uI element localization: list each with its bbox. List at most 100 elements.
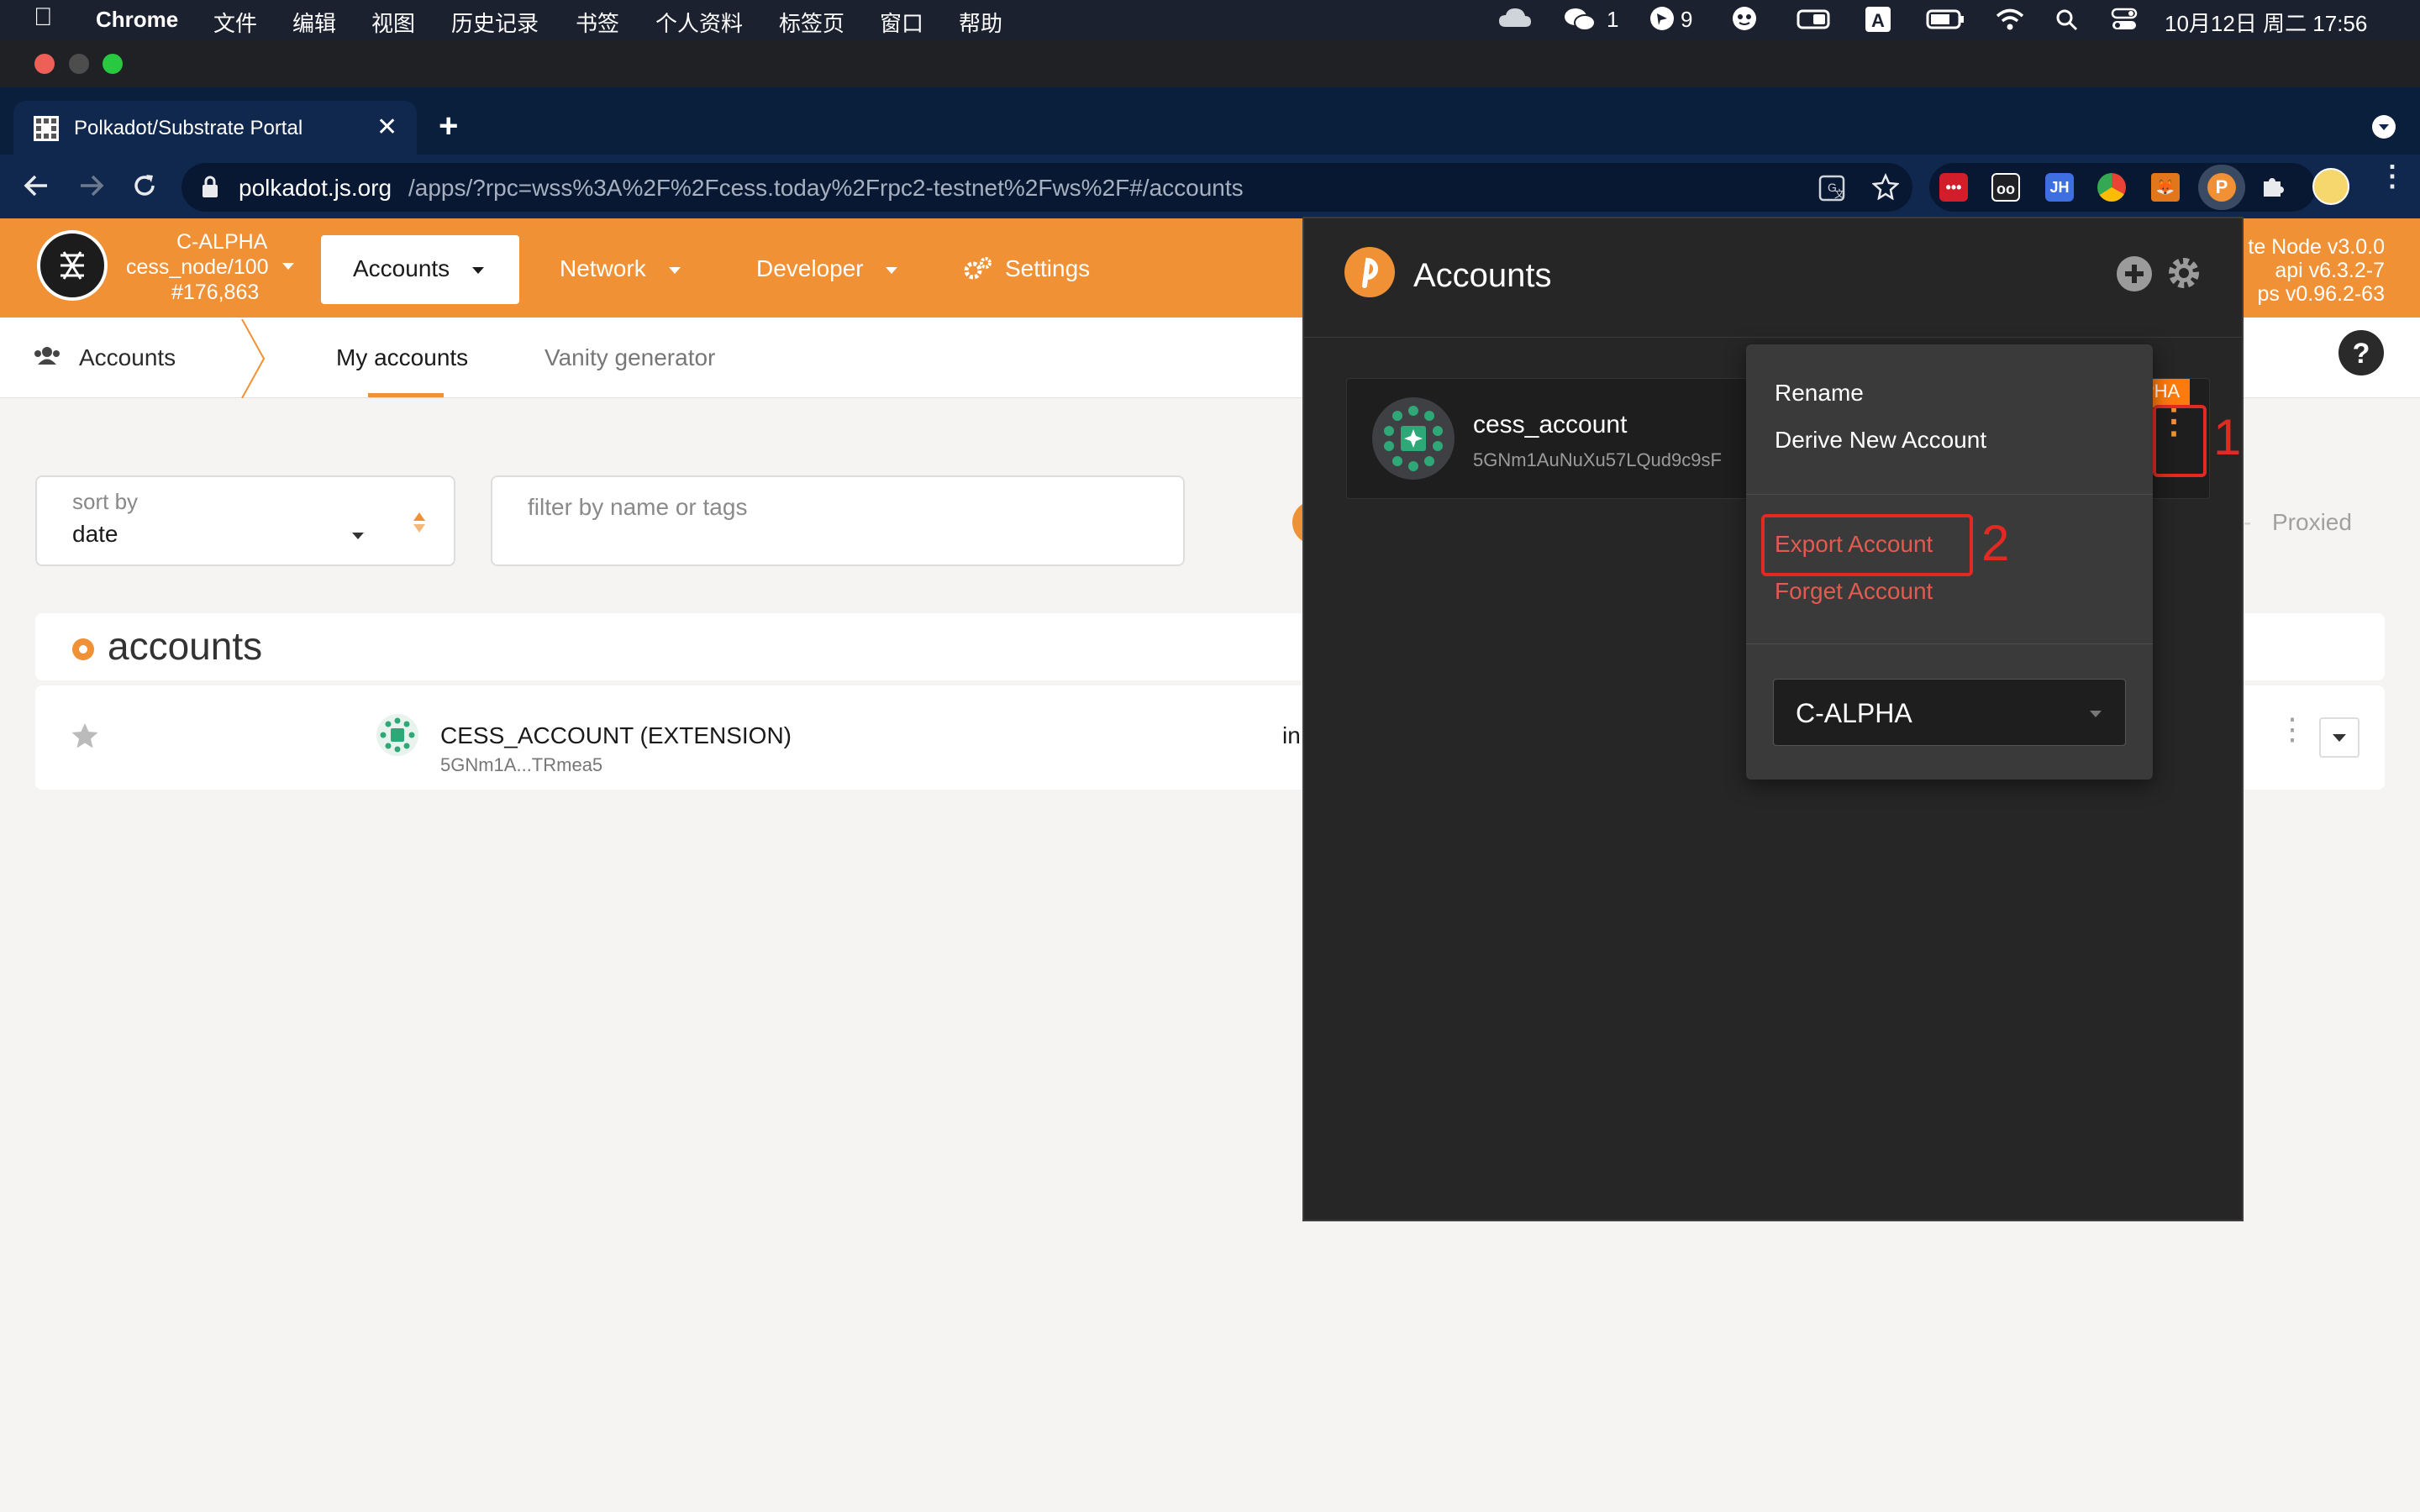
app-menu-chrome[interactable]: Chrome — [96, 7, 178, 33]
battery-icon[interactable] — [1926, 8, 1965, 36]
svg-text:?: ? — [2353, 338, 2370, 370]
subnav-section-title: Accounts — [79, 344, 176, 370]
url-path: /apps/?rpc=wss%3A%2F%2Fcess.today%2Frpc2… — [408, 175, 1244, 201]
input-method-icon[interactable]: A — [1865, 7, 1891, 38]
extension-account-address[interactable]: 5GNm1AuNuXu57LQud9c9sF — [1473, 449, 1722, 471]
wechat-icon[interactable] — [1563, 5, 1597, 39]
extensions-puzzle-icon[interactable] — [2259, 173, 2286, 204]
wifi-icon[interactable] — [1995, 7, 2025, 38]
ext-polkadot-icon[interactable]: P — [2207, 173, 2236, 202]
profile-avatar[interactable] — [2312, 168, 2349, 205]
tab-vanity-generator[interactable]: Vanity generator — [544, 344, 715, 371]
control-center-icon[interactable] — [2111, 7, 2138, 38]
menu-divider — [1746, 643, 2153, 644]
row-more-icon[interactable]: ⋮ — [2277, 714, 2307, 744]
favorite-star-icon[interactable] — [71, 722, 99, 753]
menu-item-window[interactable]: 窗口 — [880, 7, 923, 38]
nav-developer[interactable]: Developer — [756, 255, 864, 282]
window-zoom-button[interactable] — [103, 54, 123, 74]
ext-chrome-colors-icon[interactable] — [2097, 173, 2126, 202]
forward-icon[interactable] — [77, 173, 106, 202]
sort-by-label: sort by — [72, 489, 139, 514]
menu-forget-account[interactable]: Forget Account — [1775, 578, 1933, 605]
menu-derive-new-account[interactable]: Derive New Account — [1775, 427, 1986, 454]
menu-item-file[interactable]: 文件 — [213, 7, 257, 38]
annotation-box-export — [1761, 514, 1973, 576]
account-address[interactable]: 5GNm1A...TRmea5 — [440, 754, 602, 776]
nav-accounts-button[interactable]: Accounts — [321, 235, 519, 304]
chevron-down-icon — [2088, 708, 2103, 723]
version-node: te Node v3.0.0 — [2248, 235, 2385, 259]
menu-rename[interactable]: Rename — [1775, 380, 1864, 407]
filter-input[interactable]: filter by name or tags — [491, 475, 1185, 566]
tab-my-accounts[interactable]: My accounts — [336, 344, 468, 371]
browser-tab[interactable]: Polkadot/Substrate Portal ✕ — [13, 101, 417, 155]
chain-node[interactable]: cess_node/100 — [126, 255, 269, 280]
ext-glasses-icon[interactable]: oo — [1991, 173, 2020, 202]
account-identicon-icon[interactable] — [376, 714, 418, 760]
sort-by-value: date — [72, 521, 118, 547]
accounts-bullet-icon — [72, 638, 94, 660]
ext-metamask-fox-icon[interactable]: 🦊 — [2151, 173, 2180, 202]
settings-gear-icon[interactable] — [2165, 254, 2203, 297]
tab-close-icon[interactable]: ✕ — [376, 113, 397, 142]
svg-text:A: A — [1871, 10, 1885, 31]
chrome-menu-icon[interactable]: ⋮ — [2378, 162, 2407, 191]
menu-item-edit[interactable]: 编辑 — [292, 7, 336, 38]
help-icon[interactable]: ? — [2338, 329, 2385, 381]
menu-item-history[interactable]: 历史记录 — [451, 7, 539, 38]
spotlight-search-icon[interactable] — [2055, 8, 2079, 38]
version-apps: ps v0.96.2-63 — [2257, 282, 2386, 306]
menu-item-help[interactable]: 帮助 — [959, 7, 1002, 38]
extension-identicon-icon[interactable] — [1372, 397, 1455, 484]
chevron-down-icon[interactable] — [884, 265, 899, 280]
chain-name: C-ALPHA — [176, 230, 268, 254]
apple-icon[interactable]:  — [34, 3, 53, 32]
proxied-toggle-label[interactable]: Proxied — [2272, 509, 2352, 536]
menu-item-tabs[interactable]: 标签页 — [779, 7, 844, 38]
window-close-button[interactable] — [34, 54, 55, 74]
new-tab-icon[interactable]: + — [439, 108, 458, 145]
menu-item-bookmarks[interactable]: 书签 — [576, 7, 619, 38]
nav-network[interactable]: Network — [560, 255, 646, 282]
notification-app-icon[interactable] — [1649, 5, 1676, 38]
tab-search-icon[interactable] — [2371, 114, 2396, 144]
lock-icon[interactable] — [200, 174, 220, 203]
version-api: api v6.3.2-7 — [2275, 259, 2385, 282]
menu-divider — [1746, 494, 2153, 495]
popup-header: Accounts — [1304, 218, 2242, 338]
back-icon[interactable] — [22, 173, 50, 202]
reload-icon[interactable] — [131, 172, 158, 203]
chain-chevron-down-icon[interactable] — [281, 260, 296, 276]
chain-logo-icon[interactable] — [37, 230, 108, 301]
row-expand-button[interactable] — [2319, 717, 2360, 758]
translate-icon[interactable]: G文 — [1818, 175, 1845, 206]
chevron-down-icon[interactable] — [667, 265, 682, 280]
ext-jh-icon[interactable]: JH — [2045, 173, 2074, 202]
bookmark-star-icon[interactable] — [1871, 172, 1900, 204]
favicon-icon — [34, 116, 59, 147]
popup-title: Accounts — [1413, 257, 1552, 294]
window-minimize-button[interactable] — [69, 54, 89, 74]
cloud-icon[interactable] — [1497, 5, 1533, 38]
add-account-icon[interactable] — [2116, 255, 2153, 297]
sort-direction-icon[interactable] — [412, 511, 427, 538]
network-select[interactable]: C-ALPHA — [1773, 679, 2126, 746]
ext-lastpass-icon[interactable]: ••• — [1939, 173, 1968, 202]
nav-settings[interactable]: Settings — [1005, 255, 1090, 282]
settings-gears-icon[interactable] — [963, 255, 993, 286]
menu-item-view[interactable]: 视图 — [371, 7, 415, 38]
sort-by-dropdown[interactable]: sort by date — [35, 475, 455, 566]
clock-datetime[interactable]: 10月12日 周二 17:56 — [2165, 7, 2367, 38]
proxied-dash: - — [2244, 509, 2252, 535]
chevron-down-icon — [351, 529, 365, 544]
account-type: in — [1282, 722, 1301, 748]
nav-accounts-label: Accounts — [353, 255, 450, 281]
assistant-face-icon[interactable] — [1731, 5, 1758, 38]
wechat-count: 1 — [1607, 7, 1619, 32]
chain-block-number: #176,863 — [171, 281, 260, 304]
address-bar[interactable]: polkadot.js.org /apps/?rpc=wss%3A%2F%2Fc… — [182, 163, 1912, 212]
display-toggle-icon[interactable] — [1797, 8, 1830, 36]
menu-item-profiles[interactable]: 个人资料 — [655, 7, 743, 38]
macos-menubar:  Chrome 文件 编辑 视图 历史记录 书签 个人资料 标签页 窗口 帮助… — [0, 0, 2420, 40]
